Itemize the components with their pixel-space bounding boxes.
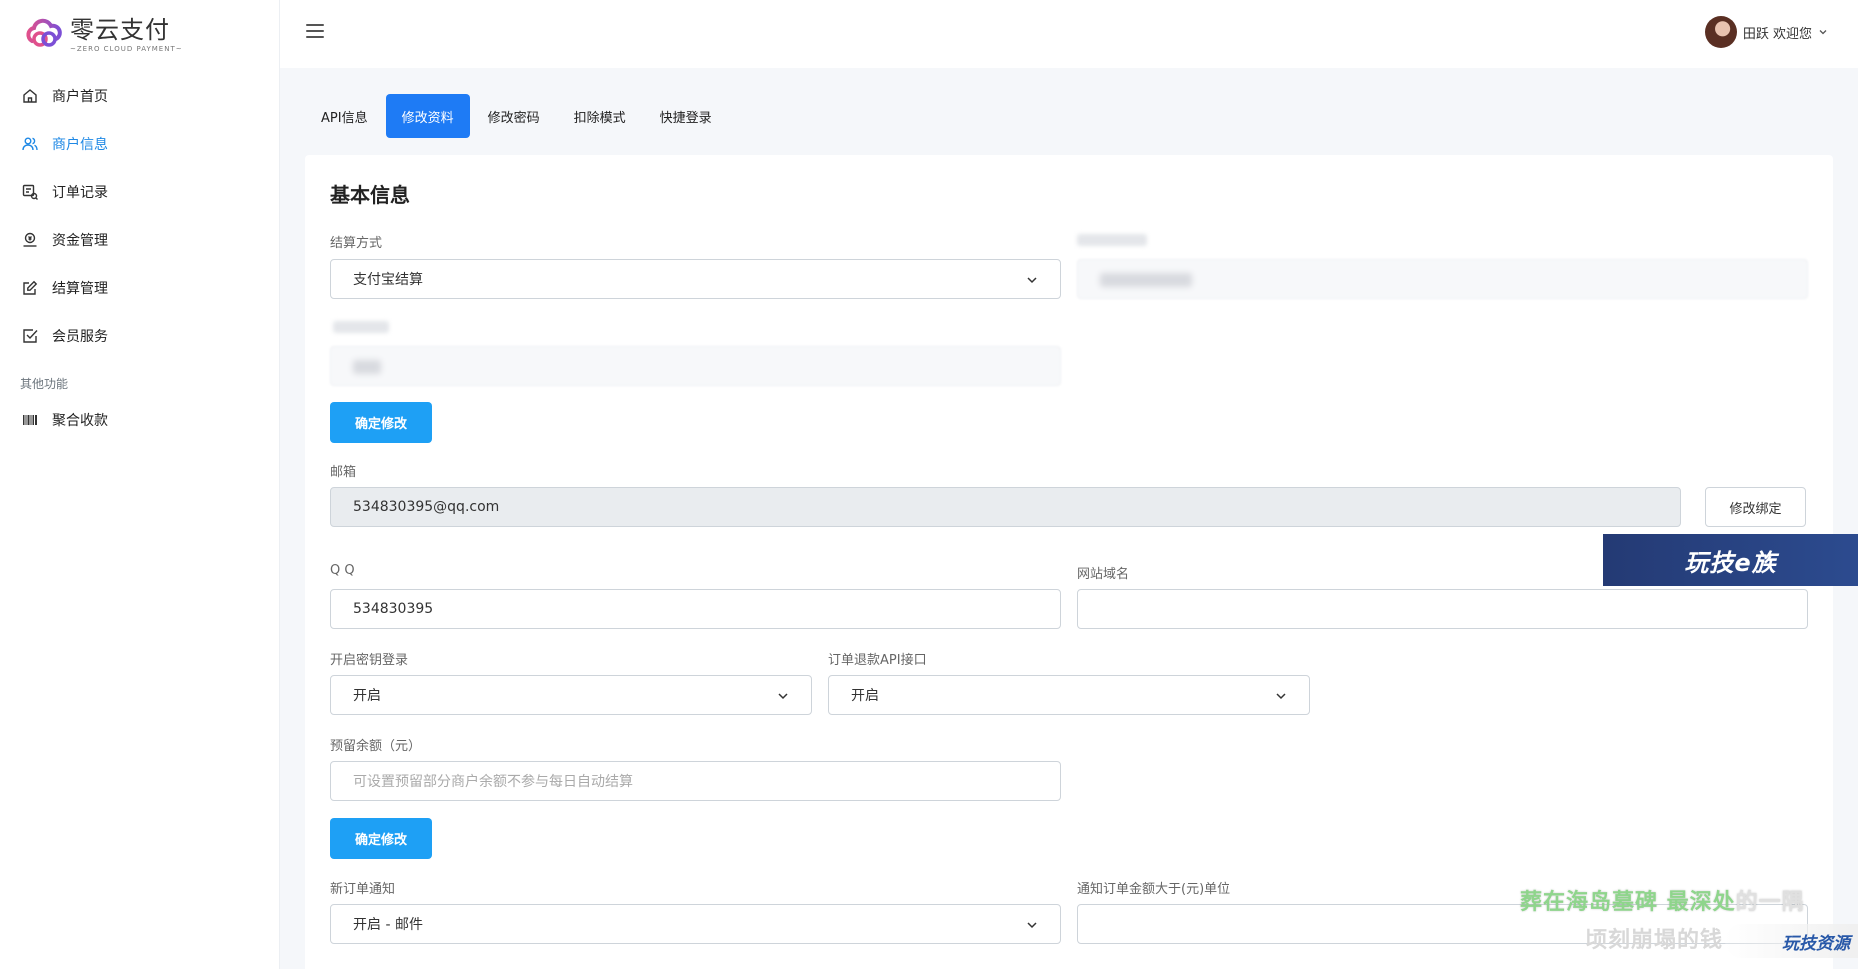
sidebar-item-settlement[interactable]: 结算管理 bbox=[0, 264, 280, 312]
watermark-banner: 玩技e族 bbox=[1603, 534, 1858, 586]
sidebar-item-aggregate-payment[interactable]: 聚合收款 bbox=[0, 396, 280, 444]
edit-icon bbox=[23, 280, 38, 295]
chevron-down-icon bbox=[1027, 922, 1037, 929]
brand-subtitle: ~ZERO CLOUD PAYMENT~ bbox=[70, 45, 183, 53]
key-login-select[interactable]: 开启 bbox=[330, 675, 812, 715]
notify-amount-label: 通知订单金额大于(元)单位 bbox=[1077, 882, 1231, 897]
sidebar-item-member-service[interactable]: 会员服务 bbox=[0, 312, 280, 360]
sidebar-item-merchant-home[interactable]: 商户首页 bbox=[0, 72, 280, 120]
topbar: 田跃 欢迎您 bbox=[280, 0, 1858, 68]
subtitle-rest: 的一隅 bbox=[1735, 890, 1805, 915]
tab-quick-login[interactable]: 快捷登录 bbox=[644, 94, 728, 138]
chevron-down-icon bbox=[778, 693, 788, 700]
sidebar-item-label: 商户首页 bbox=[52, 89, 108, 105]
subtitle-green: 葬在海岛墓碑 最深处 bbox=[1520, 890, 1736, 915]
qq-label: Q Q bbox=[330, 563, 355, 578]
user-greeting: 田跃 欢迎您 bbox=[1742, 26, 1812, 42]
qq-value: 534830395 bbox=[353, 601, 434, 617]
sidebar-item-label: 订单记录 bbox=[52, 185, 108, 201]
settle-method-select[interactable]: 支付宝结算 bbox=[330, 259, 1061, 299]
sidebar-nav: 商户首页 商户信息 订单记录 资金管理 结算管理 会员服务 其他功能 聚合收款 bbox=[0, 72, 280, 444]
subtitle-line-1: 葬在海岛墓碑 最深处的一隅 bbox=[1520, 884, 1805, 916]
qq-field[interactable]: 534830395 bbox=[330, 589, 1061, 629]
sidebar-item-label: 聚合收款 bbox=[52, 413, 108, 429]
reserve-field[interactable]: 可设置预留部分商户余额不参与每日自动结算 bbox=[330, 761, 1061, 801]
redacted-label bbox=[1077, 234, 1147, 246]
key-login-value: 开启 bbox=[353, 688, 381, 704]
sidebar: 零云支付 ~ZERO CLOUD PAYMENT~ 商户首页 商户信息 订单记录… bbox=[0, 0, 280, 969]
section-title: 基本信息 bbox=[330, 183, 410, 207]
site-domain-label: 网站域名 bbox=[1077, 567, 1130, 582]
sidebar-item-fund-management[interactable]: 资金管理 bbox=[0, 216, 280, 264]
redacted-label bbox=[333, 321, 389, 333]
tab-change-password[interactable]: 修改密码 bbox=[472, 94, 556, 138]
email-value: 534830395@qq.com bbox=[353, 499, 500, 515]
email-field[interactable]: 534830395@qq.com bbox=[330, 487, 1681, 527]
chevron-down-icon bbox=[1819, 30, 1827, 35]
subtitle-line-2: 顷刻崩塌的钱 bbox=[1585, 928, 1724, 953]
menu-toggle-icon[interactable] bbox=[306, 24, 324, 40]
site-domain-field[interactable] bbox=[1077, 589, 1808, 629]
refund-api-label: 订单退款API接口 bbox=[828, 653, 927, 668]
key-login-label: 开启密钥登录 bbox=[330, 653, 409, 668]
tab-api-info[interactable]: API信息 bbox=[305, 94, 384, 138]
settle-method-value: 支付宝结算 bbox=[353, 272, 423, 288]
sidebar-item-merchant-info[interactable]: 商户信息 bbox=[0, 120, 280, 168]
sidebar-item-label: 结算管理 bbox=[52, 281, 108, 297]
sidebar-item-label: 会员服务 bbox=[52, 329, 108, 345]
reserve-placeholder: 可设置预留部分商户余额不参与每日自动结算 bbox=[353, 774, 633, 790]
sidebar-item-label: 商户信息 bbox=[52, 137, 108, 153]
email-label: 邮箱 bbox=[330, 465, 357, 480]
profile-tabs: API信息 修改资料 修改密码 扣除模式 快捷登录 bbox=[305, 94, 730, 138]
avatar bbox=[1704, 16, 1737, 48]
refund-api-value: 开启 bbox=[851, 688, 879, 704]
barcode-icon bbox=[23, 415, 37, 425]
new-order-notify-value: 开启 - 邮件 bbox=[353, 917, 423, 933]
tab-deduction-mode[interactable]: 扣除模式 bbox=[558, 94, 642, 138]
sidebar-item-label: 资金管理 bbox=[52, 233, 108, 249]
user-menu[interactable]: 田跃 欢迎您 bbox=[1704, 16, 1828, 48]
reserve-label: 预留余额（元） bbox=[330, 739, 422, 754]
tab-edit-profile[interactable]: 修改资料 bbox=[385, 94, 470, 138]
change-binding-button[interactable]: 修改绑定 bbox=[1705, 487, 1806, 527]
confirm-edit-button[interactable]: 确定修改 bbox=[330, 402, 432, 443]
fund-icon bbox=[23, 232, 37, 247]
brand-title: 零云支付 bbox=[70, 16, 170, 44]
check-square-icon bbox=[23, 329, 38, 343]
chevron-down-icon bbox=[1276, 693, 1286, 700]
redacted-account-field[interactable] bbox=[1077, 259, 1808, 299]
watermark-corner: 玩技资源 bbox=[1725, 924, 1858, 958]
users-icon bbox=[22, 137, 38, 151]
new-order-notify-select[interactable]: 开启 - 邮件 bbox=[330, 904, 1061, 944]
redacted-name-field[interactable] bbox=[330, 346, 1061, 386]
order-icon bbox=[22, 184, 38, 200]
sidebar-section-other: 其他功能 bbox=[20, 377, 69, 391]
settle-method-label: 结算方式 bbox=[330, 236, 383, 251]
chevron-down-icon bbox=[1027, 277, 1037, 284]
confirm-edit-button-2[interactable]: 确定修改 bbox=[330, 818, 432, 859]
refund-api-select[interactable]: 开启 bbox=[828, 675, 1310, 715]
logo[interactable]: 零云支付 ~ZERO CLOUD PAYMENT~ bbox=[24, 16, 183, 53]
new-order-notify-label: 新订单通知 bbox=[330, 882, 396, 897]
cloud-logo-icon bbox=[26, 18, 62, 47]
home-icon bbox=[23, 89, 37, 103]
sidebar-item-order-records[interactable]: 订单记录 bbox=[0, 168, 280, 216]
